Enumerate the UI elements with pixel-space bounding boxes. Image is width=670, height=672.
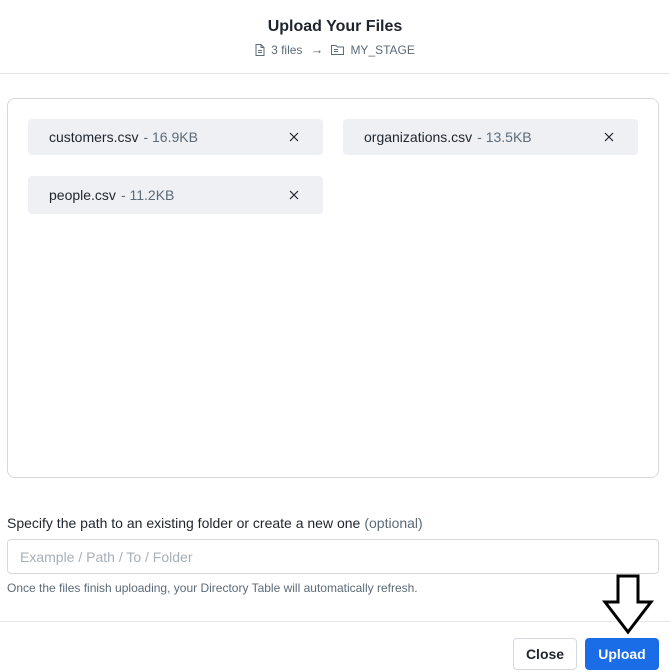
path-label-text: Specify the path to an existing folder o… bbox=[7, 515, 361, 531]
path-label: Specify the path to an existing folder o… bbox=[7, 515, 423, 531]
upload-summary: 3 files → MY_STAGE bbox=[0, 42, 670, 57]
file-name: organizations.csv bbox=[364, 129, 473, 145]
file-size: - 16.9KB bbox=[143, 129, 198, 145]
close-icon[interactable] bbox=[602, 130, 616, 144]
folder-stage-icon bbox=[331, 44, 345, 55]
file-size: - 13.5KB bbox=[477, 129, 532, 145]
file-size: - 11.2KB bbox=[120, 187, 175, 203]
dialog-title: Upload Your Files bbox=[267, 18, 403, 35]
arrow-right-icon: → bbox=[310, 42, 324, 57]
close-icon[interactable] bbox=[287, 130, 301, 144]
down-arrow-outline-icon bbox=[602, 574, 654, 635]
file-icon bbox=[255, 43, 265, 56]
file-dropzone[interactable]: customers.csv - 16.9KB organizations.csv… bbox=[7, 98, 659, 478]
optional-label: (optional) bbox=[364, 515, 423, 531]
file-chip: people.csv - 11.2KB bbox=[28, 176, 323, 214]
close-button[interactable]: Close bbox=[513, 638, 577, 670]
files-count: 3 files bbox=[271, 42, 303, 57]
dialog-header: Upload Your Files 3 files → MY_STAGE bbox=[0, 0, 670, 74]
helper-text: Once the files finish uploading, your Di… bbox=[7, 581, 418, 595]
file-chip: customers.csv - 16.9KB bbox=[28, 119, 323, 155]
stage-name: MY_STAGE bbox=[350, 42, 415, 57]
close-icon[interactable] bbox=[287, 188, 301, 202]
footer-divider bbox=[0, 621, 670, 622]
upload-button[interactable]: Upload bbox=[585, 638, 659, 670]
folder-path-input[interactable] bbox=[7, 539, 659, 574]
file-name: customers.csv bbox=[49, 129, 139, 145]
file-chip: organizations.csv - 13.5KB bbox=[343, 119, 638, 155]
file-name: people.csv bbox=[49, 187, 116, 203]
